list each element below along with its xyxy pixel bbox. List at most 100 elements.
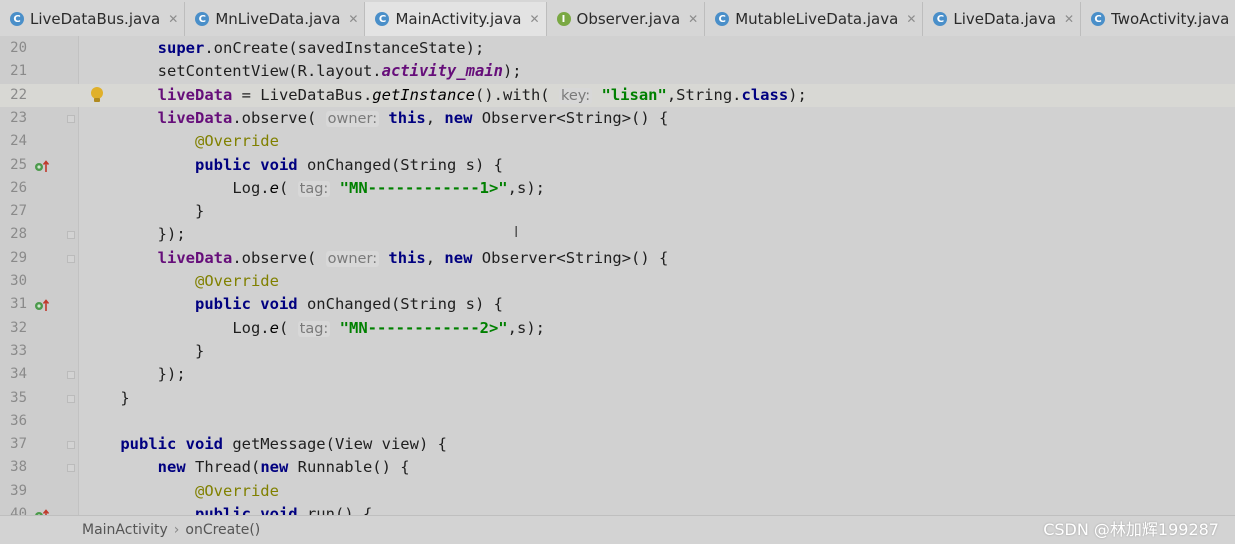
code-token: .onCreate(savedInstanceState); xyxy=(204,39,485,57)
code-line[interactable]: 38 new Thread(new Runnable() { xyxy=(0,456,1235,479)
tab-label: MnLiveData.java xyxy=(215,10,341,28)
fold-marker-icon[interactable] xyxy=(67,254,75,263)
line-number: 27 xyxy=(10,203,27,220)
code-token: @Override xyxy=(194,481,279,500)
code-line[interactable]: 21 setContentView(R.layout.activity_main… xyxy=(0,60,1235,83)
class-icon: C xyxy=(715,12,730,26)
fold-marker-icon[interactable] xyxy=(67,371,75,380)
code-line[interactable]: 30 @Override xyxy=(0,270,1235,293)
code-line[interactable]: 27 } xyxy=(0,200,1235,223)
code-token: getMessage(View view) { xyxy=(222,435,447,454)
override-method-icon[interactable] xyxy=(34,158,50,174)
line-number: 28 xyxy=(10,226,27,243)
code-token: }); xyxy=(157,225,186,244)
close-icon[interactable]: ✕ xyxy=(168,12,178,26)
chevron-right-icon: › xyxy=(173,522,180,538)
code-line[interactable]: 37 public void getMessage(View view) { xyxy=(0,433,1235,456)
code-token: public void xyxy=(194,295,298,314)
override-method-icon[interactable] xyxy=(34,297,50,313)
code-token: getInstance xyxy=(372,85,475,104)
code-token: , xyxy=(425,108,445,127)
fold-marker-icon[interactable] xyxy=(67,114,75,123)
code-text: super.onCreate(savedInstanceState); xyxy=(83,37,485,60)
tab-twoactivity[interactable]: CTwoActivity.java✕ xyxy=(1081,2,1235,36)
code-line[interactable]: 24 @Override xyxy=(0,130,1235,153)
code-line[interactable]: 29 liveData.observe( owner: this, new Ob… xyxy=(0,247,1235,270)
code-line[interactable]: 36 xyxy=(0,410,1235,433)
code-token: Log. xyxy=(232,318,270,337)
editor-tab-bar: C LiveDataBus.java ✕ C MnLiveData.java ✕ C Main… xyxy=(0,0,1235,37)
close-icon[interactable]: ✕ xyxy=(1064,12,1074,26)
class-icon: C xyxy=(933,12,948,26)
close-icon[interactable]: ✕ xyxy=(348,12,358,26)
code-token: ); xyxy=(502,62,522,81)
code-token: public void xyxy=(120,435,223,454)
tab-mainactivity[interactable]: C MainActivity.java ✕ xyxy=(365,2,547,36)
code-token: activity_main xyxy=(381,62,503,81)
code-token: ,String. xyxy=(666,85,742,104)
tab-label: MainActivity.java xyxy=(395,10,522,28)
breadcrumb-item-method[interactable]: onCreate() xyxy=(185,522,260,538)
code-token: ); xyxy=(788,85,807,104)
line-number: 21 xyxy=(10,63,27,80)
tab-livedatabus[interactable]: C LiveDataBus.java ✕ xyxy=(0,2,186,36)
code-line[interactable]: 23 liveData.observe( owner: this, new Ob… xyxy=(0,107,1235,130)
breadcrumb-item-class[interactable]: MainActivity xyxy=(82,522,168,538)
line-number: 23 xyxy=(10,109,27,126)
code-token: Thread( xyxy=(185,458,261,477)
code-token: setContentView(R.layout. xyxy=(157,62,382,81)
code-line[interactable]: 22 liveData = LiveDataBus.getInstance().… xyxy=(0,83,1235,107)
code-line[interactable]: 33 } xyxy=(0,340,1235,363)
override-method-icon[interactable] xyxy=(34,507,50,515)
code-text: } xyxy=(83,200,204,223)
line-number: 22 xyxy=(10,86,27,103)
class-icon: C xyxy=(10,12,24,26)
code-editor[interactable]: 20 super.onCreate(savedInstanceState); 21… xyxy=(0,36,1235,515)
tab-mutablelivedata[interactable]: C MutableLiveData.java ✕ xyxy=(705,2,924,36)
code-line[interactable]: 20 super.onCreate(savedInstanceState); xyxy=(0,37,1235,60)
code-token: liveData xyxy=(157,85,233,104)
fold-marker-icon[interactable] xyxy=(67,464,75,473)
code-text: liveData.observe( owner: this, new Obser… xyxy=(83,107,668,131)
code-line[interactable]: 25 public void onChanged(String s) { xyxy=(0,154,1235,177)
close-icon[interactable]: ✕ xyxy=(906,12,916,26)
fold-marker-icon[interactable] xyxy=(67,231,75,240)
fold-marker-icon[interactable] xyxy=(67,441,75,450)
tab-mnlivedata[interactable]: C MnLiveData.java ✕ xyxy=(185,2,366,36)
tab-observer[interactable]: I Observer.java ✕ xyxy=(547,2,706,36)
code-line[interactable]: 32 Log.e( tag: "MN------------2>",s); xyxy=(0,317,1235,340)
line-number: 32 xyxy=(10,319,27,336)
code-token: new xyxy=(444,108,473,127)
line-number: 24 xyxy=(10,133,27,150)
parameter-hint: tag: xyxy=(297,180,331,197)
code-token: onChanged(String s) { xyxy=(297,155,503,174)
fold-marker-icon[interactable] xyxy=(67,394,75,403)
tab-label: MutableLiveData.java xyxy=(735,10,899,28)
close-icon[interactable]: ✕ xyxy=(688,12,698,26)
code-line[interactable]: 39 @Override xyxy=(0,480,1235,503)
code-line[interactable]: 31 public void onChanged(String s) { xyxy=(0,293,1235,316)
code-line[interactable]: 28 }); xyxy=(0,223,1235,246)
code-line[interactable]: 34 }); xyxy=(0,363,1235,386)
parameter-hint: key: xyxy=(558,87,593,104)
code-line[interactable]: 40 public void run() { xyxy=(0,503,1235,515)
code-line[interactable]: 26 Log.e( tag: "MN------------1>",s); xyxy=(0,177,1235,200)
code-line[interactable]: 35 } xyxy=(0,387,1235,410)
line-number: 38 xyxy=(10,459,27,476)
tab-livedata[interactable]: C LiveData.java ✕ xyxy=(923,2,1082,36)
code-token: run() { xyxy=(297,505,373,515)
code-text: Log.e( tag: "MN------------2>",s); xyxy=(83,317,545,341)
line-number: 25 xyxy=(10,156,27,173)
class-icon: C xyxy=(195,12,210,26)
close-icon[interactable]: ✕ xyxy=(529,12,539,26)
